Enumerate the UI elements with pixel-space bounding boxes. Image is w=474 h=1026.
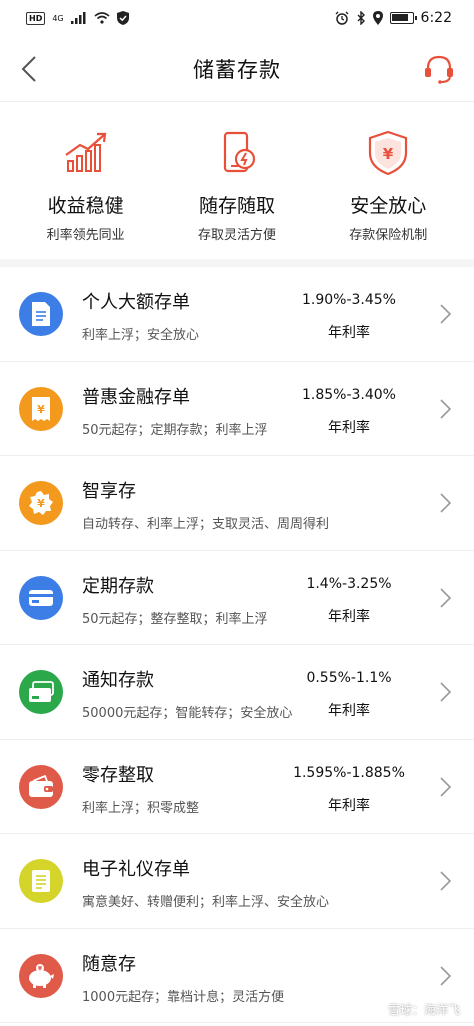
product-name: 零存整取 — [82, 764, 154, 786]
shield-check-icon — [116, 11, 129, 25]
svg-text:¥: ¥ — [383, 145, 394, 163]
product-rate: 1.85%-3.40% 年利率 — [284, 387, 414, 437]
wifi-icon — [94, 12, 110, 24]
features-section: 收益稳健 利率领先同业 随存随取 存取灵活方便 ¥ 安全放心 存款保险机制 — [0, 103, 474, 267]
chevron-right-icon — [440, 493, 452, 513]
product-text: 通知存款 50000元起存；智能转存；安全放心 — [82, 666, 292, 721]
watermark: 雪球：海洋飞 — [388, 1001, 460, 1018]
bluetooth-icon — [357, 11, 365, 25]
receipt-yen-icon: ¥ — [19, 386, 63, 431]
product-desc: 利率上浮；积零成整 — [82, 800, 200, 816]
rate-value: 1.85%-3.40% — [301, 386, 396, 403]
product-list: 个人大额存单 利率上浮；安全放心 1.90%-3.45% 年利率 ¥ 普惠金融存… — [0, 267, 474, 1023]
product-name: 普惠金融存单 — [82, 386, 190, 408]
rate-label: 年利率 — [328, 797, 370, 814]
back-arrow-icon[interactable] — [16, 54, 46, 84]
chevron-right-icon — [440, 398, 452, 419]
product-row-installment-deposit[interactable]: 零存整取 利率上浮；积零成整 1.595%-1.885% 年利率 — [0, 740, 474, 834]
page-title: 储蓄存款 — [193, 57, 281, 82]
signal-icon — [70, 12, 86, 24]
network-label: 4G — [52, 13, 64, 23]
location-icon — [372, 11, 383, 25]
svg-text:¥: ¥ — [37, 497, 45, 510]
feature-title: 随存随取 — [198, 195, 275, 217]
product-name: 个人大额存单 — [82, 292, 190, 313]
feature-subtitle: 存款保险机制 — [349, 228, 428, 243]
feature-title: 安全放心 — [350, 195, 427, 217]
chevron-right-icon — [440, 965, 452, 986]
product-text: 普惠金融存单 50元起存；定期存款；利率上浮 — [82, 383, 268, 438]
product-desc: 50元起存；定期存款；利率上浮 — [82, 422, 268, 438]
chart-up-icon — [65, 132, 106, 172]
product-row-fixed-deposit[interactable]: 定期存款 50元起存；整存整取；利率上浮 1.4%-3.25% 年利率 — [0, 551, 474, 645]
certificate-icon — [19, 859, 63, 903]
product-desc: 寓意美好、转赠便利；利率上浮、安全放心 — [82, 895, 330, 910]
product-row-notice-deposit[interactable]: 通知存款 50000元起存；智能转存；安全放心 0.55%-1.1% 年利率 — [0, 645, 474, 740]
product-row-inclusive-finance[interactable]: ¥ 普惠金融存单 50元起存；定期存款；利率上浮 1.85%-3.40% 年利率 — [0, 362, 474, 456]
feature-stable-returns: 收益稳健 利率领先同业 — [11, 103, 161, 259]
product-text: 电子礼仪存单 寓意美好、转赠便利；利率上浮、安全放心 — [82, 855, 329, 910]
rate-label: 年利率 — [328, 325, 370, 341]
watermark-text: 雪球：海洋飞 — [387, 1003, 460, 1017]
status-time: 6:22 — [420, 10, 452, 26]
product-rate: 1.90%-3.45% 年利率 — [284, 292, 414, 342]
rate-value: 0.55%-1.1% — [306, 670, 392, 686]
hd-badge: HD — [26, 11, 46, 25]
card-icon — [19, 575, 63, 620]
product-name: 电子礼仪存单 — [82, 859, 190, 880]
customer-service-icon[interactable] — [422, 52, 456, 86]
product-text: 零存整取 利率上浮；积零成整 — [82, 761, 199, 816]
product-rate: 0.55%-1.1% 年利率 — [284, 670, 414, 720]
product-row-large-deposit[interactable]: 个人大额存单 利率上浮；安全放心 1.90%-3.45% 年利率 — [0, 267, 474, 362]
product-name: 通知存款 — [82, 670, 154, 691]
alarm-icon — [335, 11, 349, 25]
product-text: 随意存 1000元起存；靠档计息；灵活方便 — [82, 950, 284, 1005]
yen-burst-icon: ¥ — [19, 481, 63, 525]
chevron-right-icon — [440, 776, 452, 797]
product-name: 智享存 — [82, 481, 136, 502]
product-name: 随意存 — [82, 953, 136, 975]
feature-secure: ¥ 安全放心 存款保险机制 — [313, 103, 463, 259]
product-desc: 50000元起存；智能转存；安全放心 — [82, 706, 293, 721]
feature-flexible-access: 随存随取 存取灵活方便 — [162, 103, 312, 259]
product-desc: 利率上浮；安全放心 — [82, 328, 200, 343]
product-text: 个人大额存单 利率上浮；安全放心 — [82, 288, 199, 343]
product-text: 智享存 自动转存、利率上浮；支取灵活、周周得利 — [82, 477, 329, 532]
feature-subtitle: 存取灵活方便 — [197, 228, 276, 243]
svg-text:¥: ¥ — [37, 403, 45, 416]
rate-value: 1.4%-3.25% — [306, 575, 392, 592]
product-row-smart-deposit[interactable]: ¥ 智享存 自动转存、利率上浮；支取灵活、周周得利 — [0, 456, 474, 551]
product-name: 定期存款 — [82, 575, 154, 597]
status-right: 6:22 — [335, 10, 452, 26]
product-row-gift-certificate[interactable]: 电子礼仪存单 寓意美好、转赠便利；利率上浮、安全放心 — [0, 834, 474, 929]
piggy-bank-icon: ¥ — [19, 953, 63, 998]
nav-bar: 储蓄存款 — [0, 36, 474, 102]
product-text: 定期存款 50元起存；整存整取；利率上浮 — [82, 572, 268, 627]
feature-subtitle: 利率领先同业 — [46, 228, 125, 243]
product-desc: 1000元起存；靠档计息；灵活方便 — [82, 989, 285, 1005]
product-desc: 自动转存、利率上浮；支取灵活、周周得利 — [82, 517, 330, 532]
product-rate: 1.595%-1.885% 年利率 — [284, 765, 414, 815]
rate-label: 年利率 — [328, 608, 370, 625]
chevron-right-icon — [440, 587, 452, 608]
battery-icon — [389, 12, 417, 24]
status-left: HD 4G — [26, 11, 129, 25]
chevron-right-icon — [440, 682, 452, 702]
phone-flash-icon — [223, 131, 256, 173]
chevron-right-icon — [440, 871, 452, 891]
status-bar: HD 4G 6:22 — [0, 0, 474, 36]
wallet-icon — [19, 764, 63, 809]
product-desc: 50元起存；整存整取；利率上浮 — [82, 611, 268, 627]
shield-yen-icon: ¥ — [369, 130, 408, 176]
rate-value: 1.595%-1.885% — [293, 764, 405, 781]
rate-label: 年利率 — [328, 703, 370, 719]
rate-value: 1.90%-3.45% — [301, 292, 396, 308]
product-rate: 1.4%-3.25% 年利率 — [284, 576, 414, 626]
feature-title: 收益稳健 — [47, 195, 124, 217]
document-icon — [19, 292, 63, 336]
card-stack-icon — [19, 670, 63, 714]
rate-label: 年利率 — [328, 419, 370, 436]
chevron-right-icon — [440, 304, 452, 324]
